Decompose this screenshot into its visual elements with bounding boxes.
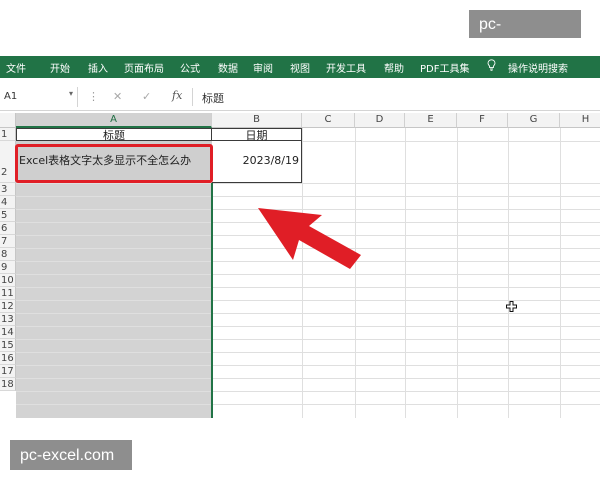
gridline <box>560 128 561 418</box>
tab-review[interactable]: 审阅 <box>253 60 273 75</box>
gridline <box>302 128 303 418</box>
column-header-d[interactable]: D <box>355 113 405 128</box>
gridline <box>16 183 600 184</box>
row-header[interactable]: 18 <box>0 378 16 391</box>
tell-me-search[interactable]: 操作说明搜索 <box>508 60 568 75</box>
row-header[interactable]: 6 <box>0 222 16 235</box>
row-header[interactable]: 10 <box>0 274 16 287</box>
ribbon-tabs: 文件 开始 插入 页面布局 公式 数据 审阅 视图 开发工具 帮助 PDF工具集… <box>0 56 600 78</box>
tab-formulas[interactable]: 公式 <box>180 60 200 75</box>
gridline <box>355 128 356 418</box>
column-header-b[interactable]: B <box>212 113 302 128</box>
row-header[interactable]: 16 <box>0 352 16 365</box>
chevron-down-icon[interactable]: ▾ <box>69 89 73 98</box>
gridline <box>405 128 406 418</box>
insert-function-icon[interactable]: fx <box>172 89 182 102</box>
tab-developer[interactable]: 开发工具 <box>326 60 366 75</box>
gridline <box>16 274 600 275</box>
cell-b1[interactable]: 日期 <box>212 128 302 142</box>
row-header[interactable]: 14 <box>0 326 16 339</box>
column-header-a[interactable]: A <box>16 113 212 128</box>
formula-input[interactable]: 标题 <box>202 90 224 106</box>
name-box-value: A1 <box>4 91 18 102</box>
tab-home[interactable]: 开始 <box>50 60 70 75</box>
row-header[interactable]: 15 <box>0 339 16 352</box>
column-header-g[interactable]: G <box>508 113 560 128</box>
gridline <box>16 365 600 366</box>
row-header[interactable]: 2 <box>0 141 16 183</box>
gridline <box>16 287 600 288</box>
tab-page-layout[interactable]: 页面布局 <box>124 60 164 75</box>
cell-cursor-icon <box>506 301 517 312</box>
gridline <box>16 326 600 327</box>
gridline <box>16 378 600 379</box>
cell-b2[interactable]: 2023/8/19 <box>212 141 302 183</box>
row-header[interactable]: 7 <box>0 235 16 248</box>
gridline <box>16 391 600 392</box>
row-header[interactable]: 9 <box>0 261 16 274</box>
column-header-f[interactable]: F <box>457 113 508 128</box>
select-all-corner[interactable] <box>0 113 16 128</box>
gridline <box>508 128 509 418</box>
watermark-top: pc-excel.com <box>469 10 581 55</box>
tab-file[interactable]: 文件 <box>6 60 26 75</box>
tab-insert[interactable]: 插入 <box>88 60 108 75</box>
row-header[interactable]: 1 <box>0 128 16 141</box>
column-header-e[interactable]: E <box>405 113 457 128</box>
column-header-c[interactable]: C <box>302 113 355 128</box>
row-header[interactable]: 13 <box>0 313 16 326</box>
tab-pdf-tools[interactable]: PDF工具集 <box>420 60 469 75</box>
column-header-h[interactable]: H <box>560 113 600 128</box>
gridline <box>16 313 600 314</box>
gridline <box>457 128 458 418</box>
row-header[interactable]: 11 <box>0 287 16 300</box>
row-header[interactable]: 4 <box>0 196 16 209</box>
more-icon: ⋮ <box>88 90 99 103</box>
watermark-bottom: pc-excel.com <box>10 440 132 470</box>
pointer-arrow-icon <box>258 208 361 269</box>
cell-a1[interactable]: 标题 <box>16 128 212 142</box>
highlight-box <box>15 144 213 183</box>
row-header[interactable]: 17 <box>0 365 16 378</box>
row-header[interactable]: 8 <box>0 248 16 261</box>
row-header[interactable]: 5 <box>0 209 16 222</box>
gridline <box>16 339 600 340</box>
tab-help[interactable]: 帮助 <box>384 60 404 75</box>
row-header[interactable]: 12 <box>0 300 16 313</box>
tab-view[interactable]: 视图 <box>290 60 310 75</box>
lightbulb-icon <box>487 59 496 71</box>
gridline <box>16 196 600 197</box>
cancel-icon[interactable]: ✕ <box>113 90 122 103</box>
gridline <box>16 352 600 353</box>
row-header[interactable]: 3 <box>0 183 16 196</box>
gridline <box>16 404 600 405</box>
formula-bar: A1 ▾ ⋮ ✕ ✓ fx 标题 <box>0 86 600 111</box>
tab-data[interactable]: 数据 <box>218 60 238 75</box>
checkmark-icon[interactable]: ✓ <box>142 90 151 103</box>
name-box[interactable]: A1 ▾ <box>0 87 78 107</box>
divider <box>192 88 193 106</box>
